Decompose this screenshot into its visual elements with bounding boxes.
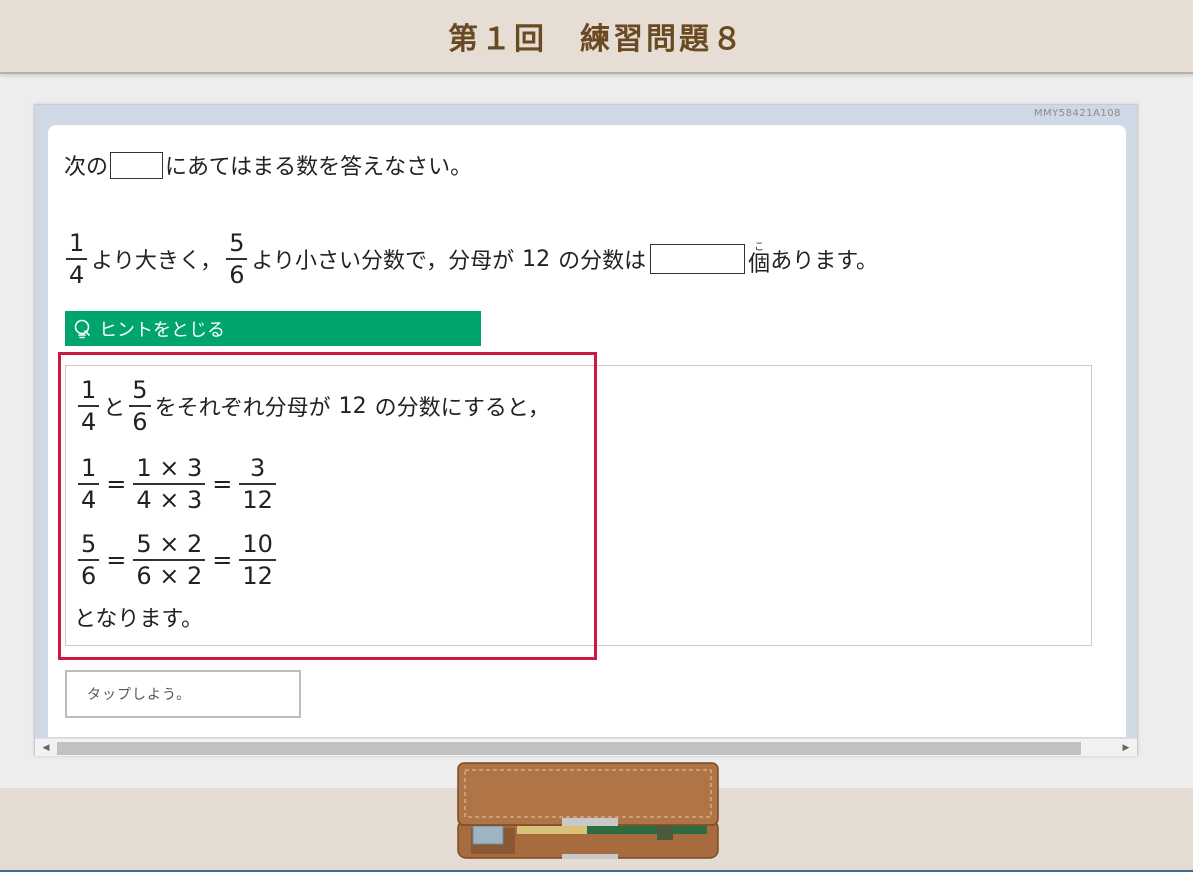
title-bar: 第１回 練習問題８: [0, 0, 1193, 74]
blank-example-box: [110, 151, 164, 179]
problem-card: 次の にあてはまる数を答えなさい。 1 4 より大きく， 5 6 より小さい分数…: [48, 125, 1126, 737]
hint-fraction-1-4: 14: [78, 378, 100, 434]
hint-equation-2: 56 = 5 × 26 × 2 = 10 12: [74, 532, 280, 588]
hint-toggle-label: ヒントをとじる: [99, 319, 225, 341]
hint-fraction-5-6: 56: [129, 378, 151, 434]
instruction-after: にあてはまる数を答えなさい。: [165, 155, 473, 180]
problem-code: MMY58421A108: [1033, 108, 1121, 119]
answer-blank[interactable]: [650, 244, 746, 274]
hint-line-intro: 14 と 56 をそれぞれ分母が 12 の分数にすると，: [74, 378, 550, 434]
lightbulb-icon: [74, 319, 90, 338]
scrollbar-thumb[interactable]: [57, 742, 1081, 755]
denominator-value: 12: [522, 246, 551, 272]
scroll-left-icon[interactable]: ◀: [37, 739, 55, 757]
hint-equation-1: 14 = 1 × 34 × 3 = 3 12: [74, 456, 280, 512]
problem-panel: MMY58421A108 次の にあてはまる数を答えなさい。 1 4 より大きく…: [34, 104, 1138, 756]
tap-label: タップしよう。: [87, 687, 192, 703]
instruction: 次の にあてはまる数を答えなさい。: [64, 149, 472, 181]
fraction-one-quarter: 1 4: [66, 231, 88, 287]
fraction-five-sixths: 5 6: [226, 231, 248, 287]
hint-closing: となります。: [74, 607, 204, 632]
pencil-case-icon[interactable]: [457, 762, 719, 860]
question-text: 1 4 より大きく， 5 6 より小さい分数で，分母が 12 の分数は こ 個 …: [62, 231, 878, 287]
scroll-right-icon[interactable]: ▶: [1117, 739, 1135, 757]
hint-content: 14 と 56 をそれぞれ分母が 12 の分数にすると， 14 = 1 × 34…: [65, 365, 1092, 646]
unit-with-ruby: こ 個: [748, 241, 771, 277]
instruction-before: 次の: [64, 155, 109, 180]
page-title: 第１回 練習問題８: [448, 22, 745, 57]
horizontal-scrollbar[interactable]: ◀ ▶: [35, 738, 1137, 756]
answer-tap-area[interactable]: タップしよう。: [65, 670, 301, 718]
hint-toggle-button[interactable]: ヒントをとじる: [65, 311, 481, 346]
